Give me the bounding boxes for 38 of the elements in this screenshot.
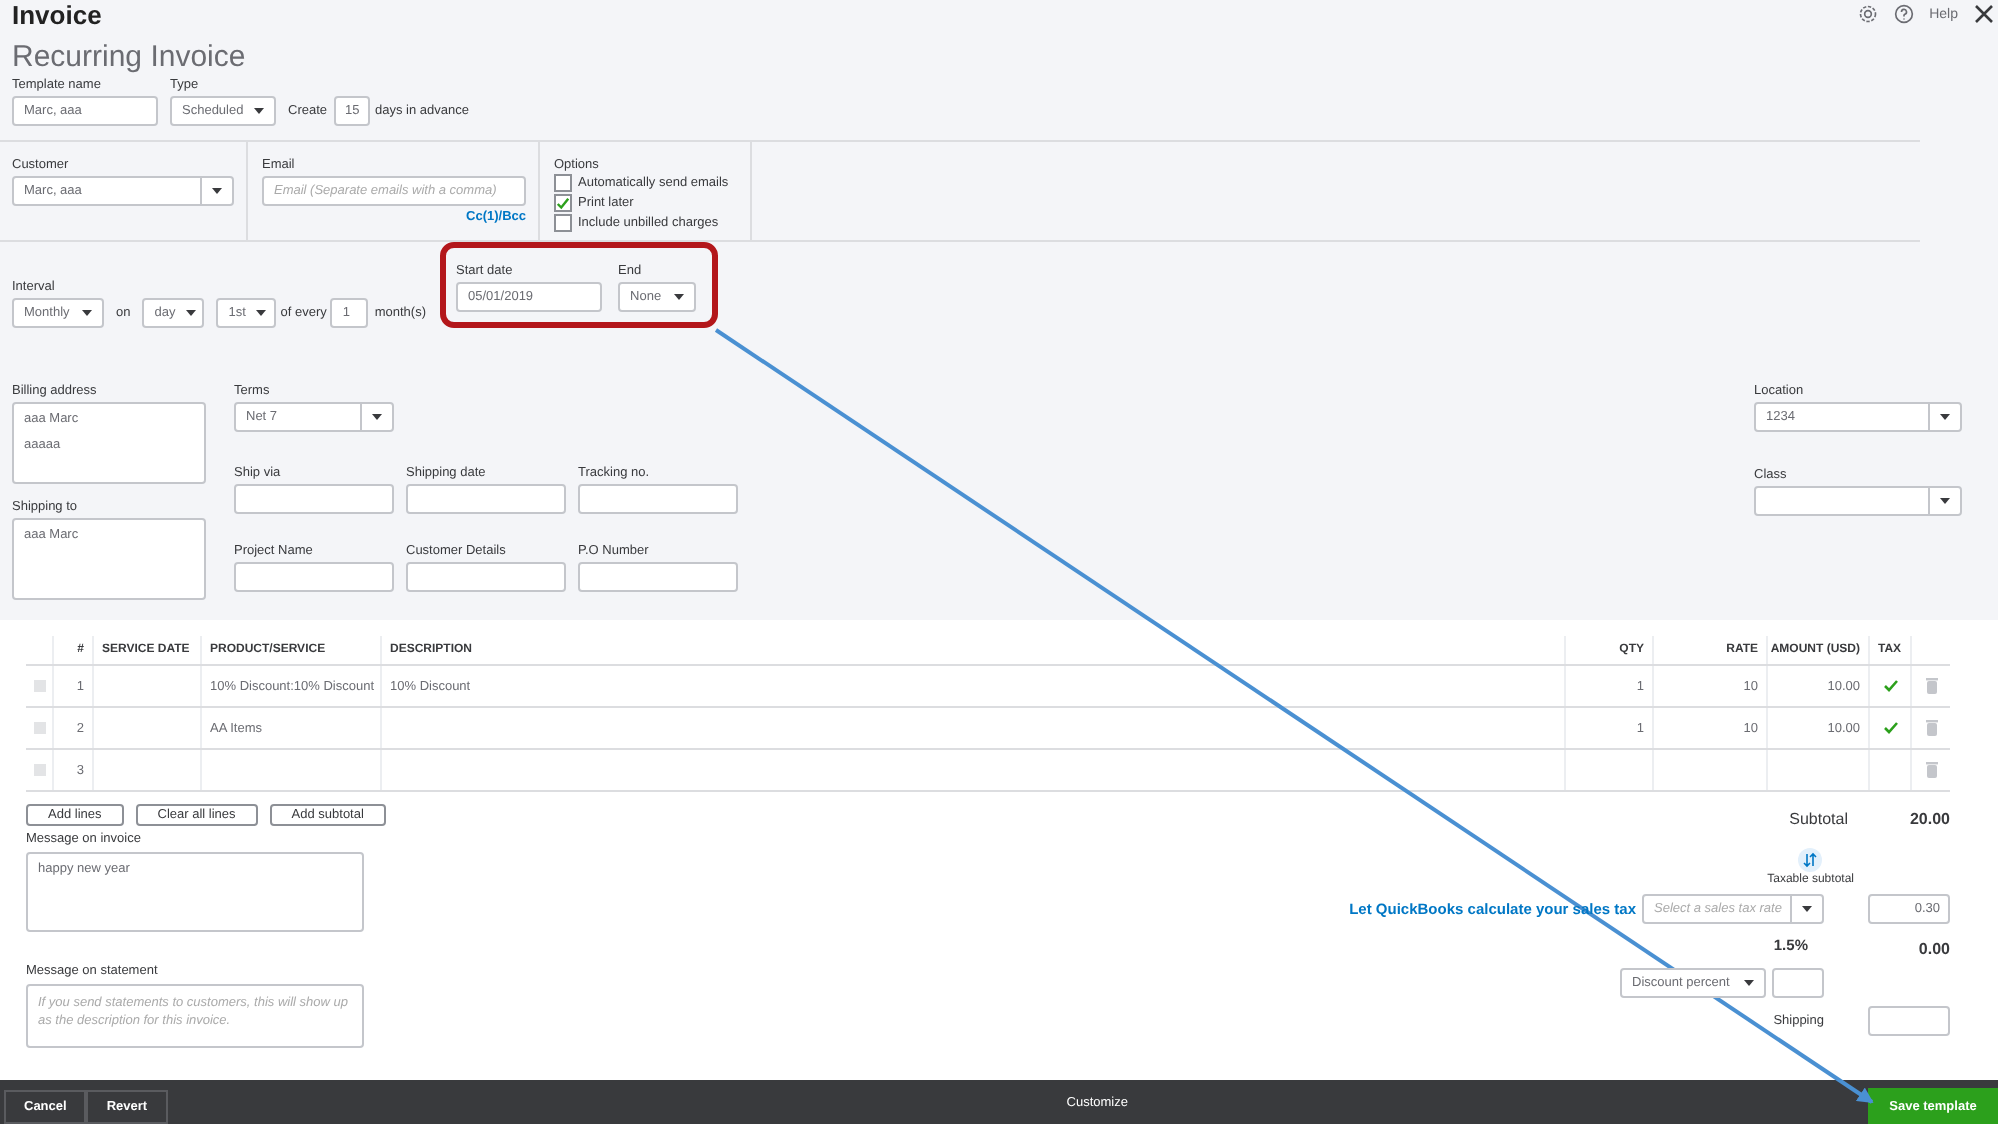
caret-icon — [372, 414, 382, 420]
form-title: Recurring Invoice — [12, 40, 248, 74]
drag-handle[interactable] — [33, 764, 45, 776]
drag-handle[interactable] — [33, 722, 45, 734]
caret-icon — [1940, 498, 1950, 504]
sort-arrows-icon[interactable] — [1798, 848, 1823, 872]
caret-icon — [254, 108, 264, 114]
drag-handle[interactable] — [33, 680, 45, 692]
help-icon[interactable] — [1893, 4, 1914, 24]
checkbox[interactable] — [554, 214, 572, 232]
caret-icon — [82, 310, 92, 316]
caret-icon — [185, 310, 196, 316]
caret-icon — [674, 294, 685, 300]
trash-icon[interactable] — [1925, 762, 1937, 778]
caret-icon — [212, 188, 222, 194]
checkbox[interactable] — [554, 194, 572, 212]
page-title: Invoice — [12, 0, 102, 29]
trash-icon[interactable] — [1925, 720, 1937, 736]
class-select[interactable] — [1754, 486, 1962, 516]
text-input[interactable] — [234, 484, 394, 514]
caret-icon — [255, 310, 266, 316]
subtotal-value: 20.00 — [1907, 809, 1950, 827]
text-input[interactable] — [406, 562, 566, 592]
discount-input[interactable] — [1772, 967, 1824, 997]
caret-icon — [1744, 979, 1754, 985]
settings-icon[interactable] — [1857, 4, 1878, 24]
text-input[interactable] — [578, 562, 738, 592]
checkbox[interactable] — [554, 174, 572, 192]
text-input[interactable] — [578, 484, 738, 514]
trash-icon[interactable] — [1925, 678, 1937, 694]
caret-icon — [1802, 906, 1812, 912]
tax-total: 0.00 — [1916, 939, 1950, 957]
caret-icon — [1940, 414, 1950, 420]
shipping-input[interactable] — [1868, 1005, 1950, 1035]
text-input[interactable] — [406, 484, 566, 514]
close-icon[interactable] — [1974, 4, 1994, 24]
subtotal-label: Subtotal — [1787, 809, 1848, 827]
text-input[interactable] — [234, 562, 394, 592]
